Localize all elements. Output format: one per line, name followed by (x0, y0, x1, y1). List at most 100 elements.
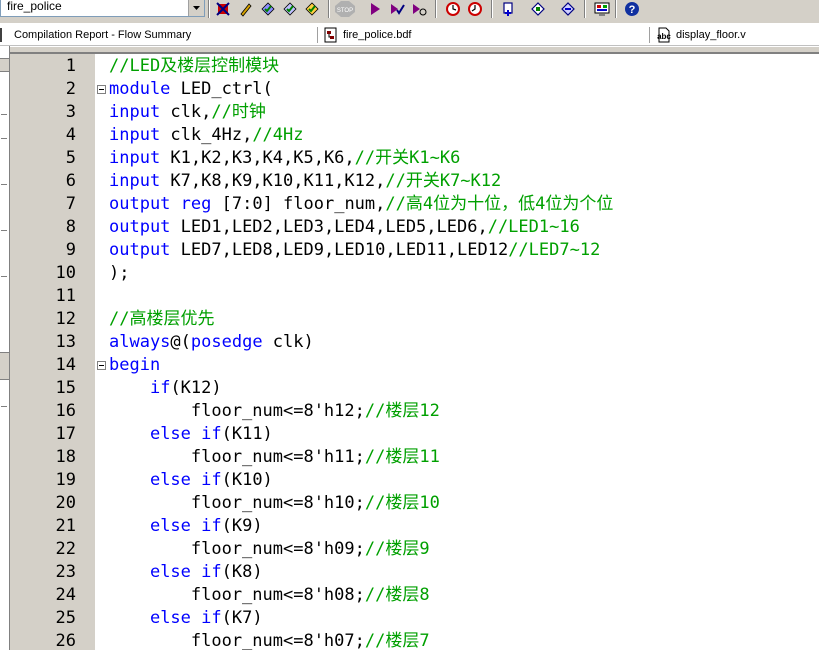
toolbar-separator (435, 0, 437, 18)
line-number: 9 (65, 240, 76, 260)
code-line[interactable]: 25 else if(K7) (10, 607, 819, 630)
play-wave-icon[interactable] (409, 0, 429, 18)
code-line[interactable]: 4 input clk_4Hz,//4Hz (10, 124, 819, 147)
line-number: 6 (65, 171, 76, 191)
line-number: 3 (65, 102, 76, 122)
code-line[interactable]: 24 floor_num<=8'h08;//楼层8 (10, 584, 819, 607)
code-line[interactable]: 26 floor_num<=8'h07;//楼层7 (10, 630, 819, 650)
tab-display-floor-v[interactable]: abc display_floor.v (656, 25, 746, 45)
code-token: clk_4Hz, (160, 125, 253, 145)
timing-analyzer-icon[interactable] (443, 0, 463, 18)
code-line[interactable]: 14 begin (10, 354, 819, 377)
stop-icon[interactable]: STOP (334, 0, 356, 18)
keyword-token: output (109, 240, 171, 260)
comment-token: //楼层8 (364, 585, 430, 605)
code-line[interactable]: 3 input clk,//时钟 (10, 101, 819, 124)
code-line[interactable]: 1 //LED及楼层控制模块 (10, 55, 819, 78)
left-strip-tick (1, 230, 7, 231)
code-token: (K10) (221, 470, 273, 490)
code-line[interactable]: 13 always@(posedge clk) (10, 331, 819, 354)
code-line[interactable]: 23 else if(K8) (10, 561, 819, 584)
rtl-viewer-icon[interactable] (592, 0, 612, 18)
synthesis-icon[interactable] (302, 0, 322, 18)
code-token: clk, (160, 102, 212, 122)
line-number: 20 (55, 493, 76, 513)
pencil-icon[interactable] (236, 0, 256, 18)
project-select[interactable]: fire_police (0, 0, 205, 17)
left-panel-strip[interactable] (0, 46, 10, 650)
analysis-icon[interactable] (280, 0, 300, 18)
code-text: else if(K10) (109, 469, 273, 492)
code-line[interactable]: 18 floor_num<=8'h11;//楼层11 (10, 446, 819, 469)
assignment-icon[interactable] (499, 0, 519, 18)
keyword-token: reg (180, 194, 212, 214)
keyword-token: begin (109, 355, 161, 375)
compile-icon[interactable] (258, 0, 278, 18)
keyword-token: else if (149, 562, 222, 582)
left-strip-tick (1, 406, 7, 407)
line-number: 26 (55, 631, 76, 650)
code-text: input clk,//时钟 (109, 101, 266, 124)
tab-compilation-report[interactable]: Compilation Report - Flow Summary (0, 25, 191, 45)
report-icon (0, 28, 10, 42)
chip-planner-icon[interactable] (213, 0, 233, 18)
project-select-value: fire_police (7, 0, 62, 13)
code-line[interactable]: 6 input K7,K8,K9,K10,K11,K12,//开关K7~K12 (10, 170, 819, 193)
code-text: floor_num<=8'h12;//楼层12 (109, 400, 440, 423)
tab-fire-police-bdf[interactable]: fire_police.bdf (323, 25, 412, 45)
code-line[interactable]: 5 input K1,K2,K3,K4,K5,K6,//开关K1~K6 (10, 147, 819, 170)
code-line[interactable]: 8 output LED1,LED2,LED3,LED4,LED5,LED6,//… (10, 216, 819, 239)
comment-token: //4Hz (252, 125, 304, 145)
left-strip-handle (0, 58, 9, 72)
code-line[interactable]: 20 floor_num<=8'h10;//楼层10 (10, 492, 819, 515)
clock-icon[interactable] (465, 0, 485, 18)
play-icon[interactable] (365, 0, 385, 18)
toolbar-separator (328, 0, 330, 18)
code-line[interactable]: 17 else if(K11) (10, 423, 819, 446)
code-line[interactable]: 16 floor_num<=8'h12;//楼层12 (10, 400, 819, 423)
play-check-icon[interactable] (387, 0, 407, 18)
comment-token: //高楼层优先 (109, 309, 215, 329)
fold-collapse-icon[interactable] (97, 85, 106, 94)
code-line[interactable]: 9 output LED7,LED8,LED9,LED10,LED11,LED12… (10, 239, 819, 262)
code-token: @( (170, 332, 191, 352)
verilog-file-icon: abc (656, 27, 672, 43)
code-line[interactable]: 19 else if(K10) (10, 469, 819, 492)
fold-collapse-icon[interactable] (97, 361, 106, 370)
code-line[interactable]: 11 (10, 285, 819, 308)
code-line[interactable]: 22 floor_num<=8'h09;//楼层9 (10, 538, 819, 561)
code-line[interactable]: 21 else if(K9) (10, 515, 819, 538)
code-token: (K8) (221, 562, 263, 582)
programmer-icon[interactable] (528, 0, 548, 18)
code-text: module LED_ctrl( (109, 78, 273, 101)
code-text: //高楼层优先 (109, 308, 214, 331)
comment-token: //楼层7 (364, 631, 430, 650)
keyword-token: always (109, 332, 171, 352)
keyword-token: else if (149, 608, 222, 628)
code-line[interactable]: 7 output reg [7:0] floor_num,//高4位为十位，低4位… (10, 193, 819, 216)
code-line[interactable]: 12 //高楼层优先 (10, 308, 819, 331)
main-toolbar: fire_police STOP ? (0, 0, 819, 24)
code-line[interactable]: 10); (10, 262, 819, 285)
help-icon[interactable]: ? (622, 0, 642, 18)
code-text: else if(K8) (109, 561, 263, 584)
code-token: floor_num<=8'h11; (109, 447, 365, 467)
code-token: ); (109, 263, 130, 283)
tab-label: display_floor.v (676, 29, 746, 41)
code-lines: 1 //LED及楼层控制模块 2 module LED_ctrl(3 input clk… (10, 55, 819, 650)
code-line[interactable]: 15 if(K12) (10, 377, 819, 400)
chip-editor-icon[interactable] (558, 0, 578, 18)
line-number: 23 (55, 562, 76, 582)
chevron-down-icon[interactable] (188, 0, 204, 16)
code-text: output reg [7:0] floor_num,//高4位为十位，低4位为… (109, 193, 613, 216)
toolbar-separator (584, 0, 586, 18)
left-strip-handle (0, 352, 9, 380)
code-line[interactable]: 2 module LED_ctrl( (10, 78, 819, 101)
line-number: 12 (55, 309, 76, 329)
code-text: floor_num<=8'h09;//楼层9 (109, 538, 430, 561)
